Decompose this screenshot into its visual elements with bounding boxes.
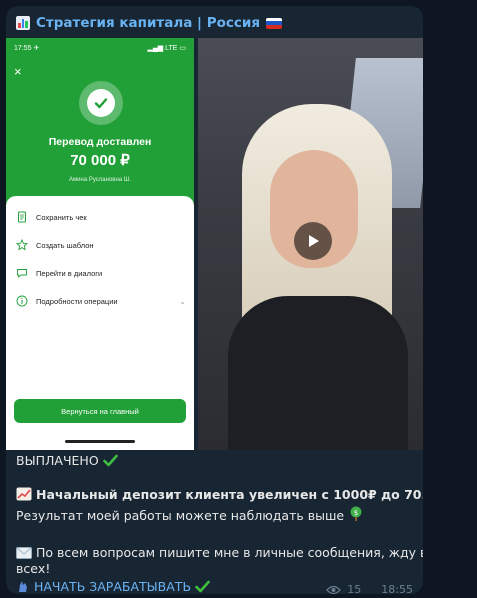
play-button[interactable] [294,222,332,260]
caption-line-everyone: всех! [16,561,50,577]
status-time: 17:55 ✈ [14,45,40,52]
caption-line-contact: По всем вопросам пишите мне в личные соо… [16,545,423,561]
return-home-button: Вернуться на главный [14,399,186,423]
message-meta: 15 18:55 [326,583,413,594]
receipt-screenshot[interactable]: 17:55 ✈ ▂▄▆ LTE ▭ × Перевод доставлен 70… [6,38,194,450]
svg-text:$: $ [354,509,358,517]
start-earning-link[interactable]: НАЧАТЬ ЗАРАБАТЫВАТЬ [34,579,191,594]
result-text: Результат моей работы можете наблюдать в… [16,508,345,523]
channel-title[interactable]: Стратегия капитала | Россия [16,14,282,32]
chat-icon [17,269,27,278]
save-receipt-item: Сохранить чек [16,210,186,224]
chart-increasing-icon [16,487,32,501]
create-template-item: Создать шаблон [16,238,186,252]
deposit-text: Начальный депозит клиента увеличен с 100… [35,487,423,502]
contact-text: По всем вопросам пишите мне в личные соо… [35,545,423,560]
save-receipt-label: Сохранить чек [36,212,87,222]
operation-details-item: Подробности операции ⌄ [16,294,186,308]
open-dialogs-label: Перейти в диалоги [36,268,103,278]
media-album: 17:55 ✈ ▂▄▆ LTE ▭ × Перевод доставлен 70… [6,38,423,450]
video-thumbnail[interactable] [198,38,423,450]
success-check-icon [79,81,123,125]
caption-line-paid: ВЫПЛАЧЕНО [16,453,118,469]
info-icon [16,295,28,307]
message-bubble: Стратегия капитала | Россия 17:55 ✈ ▂▄▆ … [6,6,423,594]
caption-line-deposit: Начальный депозит клиента увеличен с 100… [16,487,423,503]
operation-details-label: Подробности операции [36,296,118,306]
star-icon [16,239,28,251]
envelope-icon [16,547,32,559]
phone-status-bar: 17:55 ✈ ▂▄▆ LTE ▭ [14,44,186,52]
home-indicator [65,440,135,443]
transfer-amount: 70 000 ₽ [70,152,130,169]
channel-title-text[interactable]: Стратегия капитала | Россия [36,15,260,31]
caption-line-cta[interactable]: НАЧАТЬ ЗАРАБАТЫВАТЬ [16,579,210,594]
russia-flag-icon [266,17,282,29]
everyone-text: всех! [16,561,51,576]
transfer-status: Перевод доставлен [48,136,152,148]
recipient-name: Амина Руслановна Ш. [69,177,131,183]
play-icon [309,235,319,247]
receipt-icon [18,211,26,223]
chevron-down-icon: ⌄ [179,296,186,306]
check-mark-icon [195,580,210,593]
message-time: 18:55 [381,583,413,594]
pointing-hand-icon [19,581,27,592]
close-icon: × [14,64,22,79]
view-count: 15 [347,583,362,594]
status-indicators: ▂▄▆ LTE ▭ [147,45,186,52]
check-mark-icon [102,454,118,467]
paid-text: ВЫПЛАЧЕНО [16,453,99,468]
black-top [228,296,408,450]
caption-line-result: Результат моей работы можете наблюдать в… [16,506,364,524]
chart-icon [16,16,30,30]
open-dialogs-item: Перейти в диалоги [16,266,186,280]
eye-icon [326,585,342,594]
create-template-label: Создать шаблон [36,240,94,250]
receipt-actions-card: Сохранить чек Создать шаблон Перейти в д… [6,196,194,450]
receipt-header: 17:55 ✈ ▂▄▆ LTE ▭ × Перевод доставлен 70… [6,38,194,206]
money-tree-icon: $ [350,506,362,521]
